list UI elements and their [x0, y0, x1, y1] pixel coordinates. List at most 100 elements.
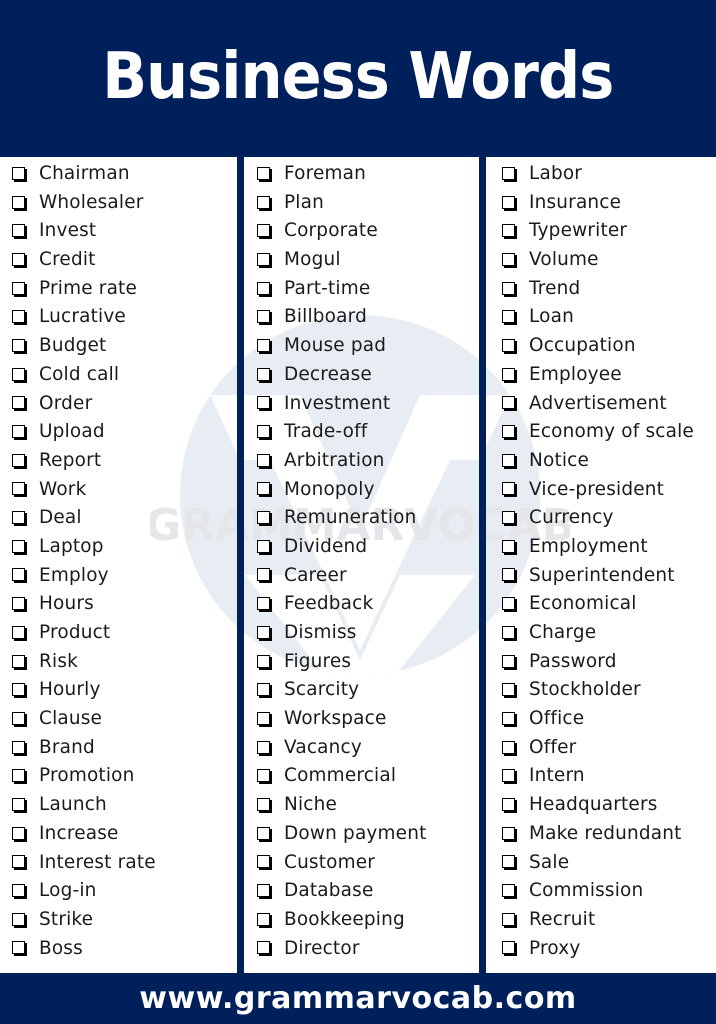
checkbox-icon[interactable] — [502, 310, 515, 324]
checkbox-icon[interactable] — [257, 711, 270, 725]
checkbox-icon[interactable] — [257, 166, 270, 180]
checkbox-icon[interactable] — [12, 740, 25, 754]
checkbox-icon[interactable] — [502, 654, 515, 668]
checkbox-icon[interactable] — [502, 855, 515, 869]
checkbox-icon[interactable] — [257, 310, 270, 324]
checkbox-icon[interactable] — [257, 884, 270, 898]
checklist-item: Dismiss — [257, 618, 431, 647]
checkbox-icon[interactable] — [502, 568, 515, 582]
checkbox-icon[interactable] — [502, 711, 515, 725]
checklist-item: Cold call — [12, 360, 159, 389]
checkbox-icon[interactable] — [257, 625, 270, 639]
checkbox-icon[interactable] — [12, 367, 25, 381]
checkbox-icon[interactable] — [257, 453, 270, 467]
checkbox-icon[interactable] — [257, 597, 270, 611]
checkbox-icon[interactable] — [502, 769, 515, 783]
checkbox-icon[interactable] — [12, 884, 25, 898]
checkbox-icon[interactable] — [12, 941, 25, 955]
checkbox-icon[interactable] — [502, 166, 515, 180]
checkbox-icon[interactable] — [257, 511, 270, 525]
checkbox-icon[interactable] — [12, 711, 25, 725]
checkbox-icon[interactable] — [502, 482, 515, 496]
checkbox-icon[interactable] — [257, 195, 270, 209]
checkbox-icon[interactable] — [12, 597, 25, 611]
checkbox-icon[interactable] — [502, 224, 515, 238]
checkbox-icon[interactable] — [502, 941, 515, 955]
checkbox-icon[interactable] — [12, 769, 25, 783]
checkbox-icon[interactable] — [502, 396, 515, 410]
checklist-item: Niche — [257, 790, 431, 819]
checkbox-icon[interactable] — [257, 797, 270, 811]
checkbox-icon[interactable] — [502, 281, 515, 295]
checkbox-icon[interactable] — [12, 252, 25, 266]
checkbox-icon[interactable] — [12, 797, 25, 811]
checkbox-icon[interactable] — [12, 425, 25, 439]
checklist-item: Occupation — [502, 331, 699, 360]
checkbox-icon[interactable] — [502, 453, 515, 467]
word-label: Advertisement — [529, 391, 667, 414]
checkbox-icon[interactable] — [502, 912, 515, 926]
checkbox-icon[interactable] — [502, 797, 515, 811]
checkbox-icon[interactable] — [502, 884, 515, 898]
checkbox-icon[interactable] — [12, 482, 25, 496]
checkbox-icon[interactable] — [12, 453, 25, 467]
checkbox-icon[interactable] — [12, 855, 25, 869]
checklist-item: Hours — [12, 589, 159, 618]
checkbox-icon[interactable] — [502, 195, 515, 209]
checkbox-icon[interactable] — [257, 482, 270, 496]
checkbox-icon[interactable] — [257, 367, 270, 381]
checkbox-icon[interactable] — [502, 625, 515, 639]
checklist-item: Password — [502, 647, 699, 676]
checkbox-icon[interactable] — [257, 539, 270, 553]
checkbox-icon[interactable] — [502, 539, 515, 553]
checkbox-icon[interactable] — [257, 912, 270, 926]
checkbox-icon[interactable] — [257, 396, 270, 410]
checkbox-icon[interactable] — [257, 769, 270, 783]
checkbox-icon[interactable] — [12, 568, 25, 582]
checkbox-icon[interactable] — [257, 252, 270, 266]
checkbox-icon[interactable] — [12, 683, 25, 697]
checkbox-icon[interactable] — [257, 568, 270, 582]
checklist-item: Vice-president — [502, 475, 699, 504]
checkbox-icon[interactable] — [502, 252, 515, 266]
word-label: Monopoly — [284, 477, 375, 500]
checkbox-icon[interactable] — [257, 224, 270, 238]
checkbox-icon[interactable] — [502, 425, 515, 439]
checkbox-icon[interactable] — [12, 338, 25, 352]
checklist-item: Figures — [257, 647, 431, 676]
checkbox-icon[interactable] — [502, 683, 515, 697]
checkbox-icon[interactable] — [12, 539, 25, 553]
checklist-item: Workspace — [257, 704, 431, 733]
checklist-item: Interest rate — [12, 848, 159, 877]
checkbox-icon[interactable] — [12, 654, 25, 668]
checkbox-icon[interactable] — [12, 166, 25, 180]
word-label: Investment — [284, 391, 391, 414]
checkbox-icon[interactable] — [12, 310, 25, 324]
checkbox-icon[interactable] — [12, 625, 25, 639]
checkbox-icon[interactable] — [257, 338, 270, 352]
checkbox-icon[interactable] — [12, 826, 25, 840]
checkbox-icon[interactable] — [502, 740, 515, 754]
checkbox-icon[interactable] — [12, 912, 25, 926]
word-label: Credit — [39, 248, 96, 271]
checkbox-icon[interactable] — [12, 396, 25, 410]
checkbox-icon[interactable] — [257, 740, 270, 754]
checkbox-icon[interactable] — [502, 597, 515, 611]
checkbox-icon[interactable] — [502, 826, 515, 840]
checkbox-icon[interactable] — [257, 855, 270, 869]
checkbox-icon[interactable] — [257, 654, 270, 668]
checkbox-icon[interactable] — [257, 425, 270, 439]
checkbox-icon[interactable] — [12, 224, 25, 238]
checkbox-icon[interactable] — [12, 511, 25, 525]
checkbox-icon[interactable] — [502, 338, 515, 352]
checkbox-icon[interactable] — [502, 511, 515, 525]
checkbox-icon[interactable] — [257, 941, 270, 955]
checkbox-icon[interactable] — [257, 826, 270, 840]
checkbox-icon[interactable] — [12, 195, 25, 209]
checkbox-icon[interactable] — [12, 281, 25, 295]
checkbox-icon[interactable] — [257, 281, 270, 295]
checkbox-icon[interactable] — [257, 683, 270, 697]
word-label: Strike — [39, 907, 94, 930]
checkbox-icon[interactable] — [502, 367, 515, 381]
checklist-item: Credit — [12, 245, 159, 274]
